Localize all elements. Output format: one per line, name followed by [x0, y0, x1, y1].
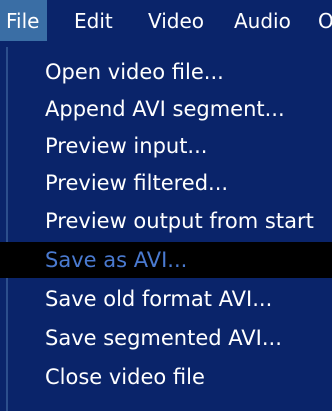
menu-bar: File Edit Video Audio O	[0, 0, 332, 41]
file-dropdown-menu: Open video file... Append AVI segment...…	[0, 41, 332, 411]
menu-item-save-segmented-avi[interactable]: Save segmented AVI...	[0, 320, 332, 356]
menu-item-close-video-file[interactable]: Close video file	[0, 359, 332, 395]
menu-audio[interactable]: Audio	[234, 0, 291, 41]
menu-item-save-as-avi[interactable]: Save as AVI...	[0, 242, 332, 278]
menu-edit[interactable]: Edit	[74, 0, 113, 41]
menu-item-preview-output-from-start[interactable]: Preview output from start	[0, 203, 332, 239]
menu-item-open-video-file[interactable]: Open video file...	[0, 54, 332, 90]
menu-video[interactable]: Video	[148, 0, 204, 41]
menu-options[interactable]: O	[318, 0, 332, 41]
menu-item-append-avi-segment[interactable]: Append AVI segment...	[0, 91, 332, 127]
menu-item-save-old-format-avi[interactable]: Save old format AVI...	[0, 281, 332, 317]
menu-item-preview-input[interactable]: Preview input...	[0, 128, 332, 164]
menu-item-preview-filtered[interactable]: Preview filtered...	[0, 165, 332, 201]
menu-file[interactable]: File	[0, 0, 48, 41]
